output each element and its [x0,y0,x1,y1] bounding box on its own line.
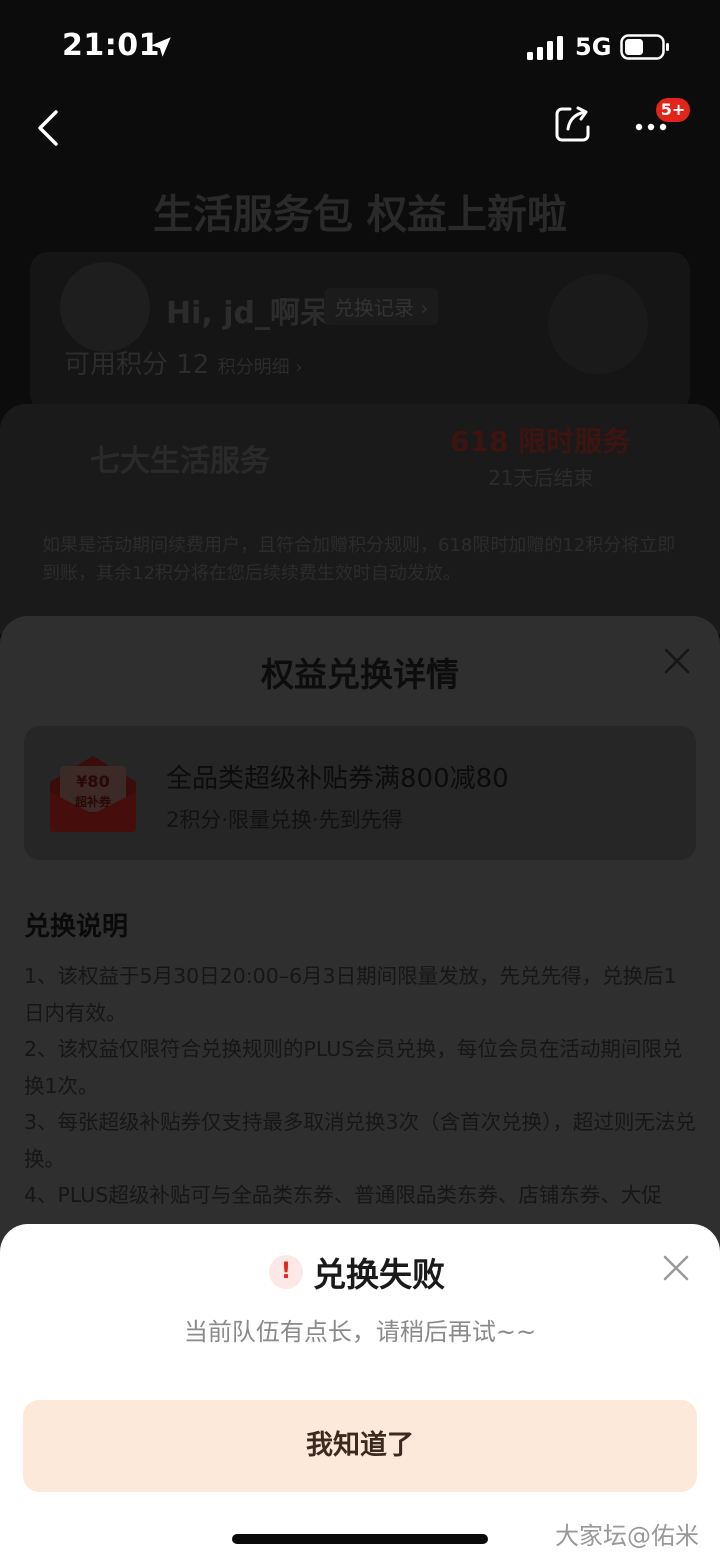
coupon-card: ¥80 超补券 全品类超级补贴券满800减80 2积分·限量兑换·先到先得 [24,726,696,860]
back-icon[interactable] [32,106,64,150]
coupon-badge-label: 超补券 [74,794,112,809]
battery-icon [620,34,669,60]
network-type: 5G [575,33,612,61]
rules-list: 1、该权益于5月30日20:00–6月3日期间限量发放，先兑先得，兑换后1日内有… [24,958,696,1214]
error-icon: ! [269,1255,303,1289]
status-bar: 21:01 5G [0,0,720,90]
coupon-amount: ¥80 [76,772,109,791]
close-icon [664,648,690,674]
rules-title: 兑换说明 [24,912,129,942]
points-detail-link: 积分明细 › [217,357,303,378]
promo-countdown: 21天后结束 [488,466,594,490]
medal-image [548,274,648,374]
notification-badge: 5+ [656,98,690,122]
greeting: Hi, jd_啊呆 [166,296,330,331]
sheet-title: 权益兑换详情 [261,655,459,694]
avatar [60,262,150,352]
rule-item: 3、每张超级补贴券仅支持最多取消兑换3次（含首次兑换），超过则无法兑换。 [24,1110,696,1171]
rule-item: 1、该权益于5月30日20:00–6月3日期间限量发放，先兑先得，兑换后1日内有… [24,964,677,1025]
banner-title: 生活服务包 权益上新啦 [153,192,567,238]
coupon-meta: 2积分·限量兑换·先到先得 [166,808,403,832]
confirm-button[interactable]: 我知道了 [23,1400,697,1492]
exchange-failed-dialog: ! 兑换失败 当前队伍有点长，请稍后再试~~ 我知道了 大家坛@佑米 [0,1224,720,1558]
status-time: 21:01 [62,28,160,63]
tab-618-promo: 618 限时服务 [450,425,631,458]
dialog-message: 当前队伍有点长，请稍后再试~~ [183,1318,537,1346]
location-arrow-icon [151,37,171,57]
home-indicator[interactable] [232,1534,488,1544]
points-value: 可用积分 12 [64,350,210,380]
rule-item: 2、该权益仅限符合兑换规则的PLUS会员兑换，每位会员在活动期间限兑换1次。 [24,1037,683,1098]
services-panel: 七大生活服务 618 限时服务 21天后结束 如果是活动期间续费用户，且符合加赠… [0,404,720,634]
background-page: 生活服务包 权益上新啦 Hi, jd_啊呆 兑换记录 › 可用积分 12 积分明… [0,160,720,634]
dialog-title: 兑换失败 [313,1255,445,1294]
cellular-signal-icon [527,36,563,60]
watermark: 大家坛@佑米 [555,1522,699,1550]
navigation-bar: 5+ [0,92,720,162]
exchange-record-link: 兑换记录 › [324,288,439,325]
rule-item: 4、PLUS超级补贴可与全品类东券、普通限品类东券、店铺东券、大促 [24,1183,662,1207]
member-card: Hi, jd_啊呆 兑换记录 › 可用积分 12 积分明细 › [30,252,690,412]
tab-life-services: 七大生活服务 [90,444,270,479]
coupon-name: 全品类超级补贴券满800减80 [166,764,509,794]
points-label: 可用积分 12 积分明细 › [64,344,303,381]
coupon-envelope-icon: ¥80 超补券 [50,756,136,832]
close-icon[interactable] [662,1254,690,1282]
share-icon[interactable] [553,104,593,144]
promo-description: 如果是活动期间续费用户，且符合加赠积分规则，618限时加赠的12积分将立即到账，… [42,535,676,584]
